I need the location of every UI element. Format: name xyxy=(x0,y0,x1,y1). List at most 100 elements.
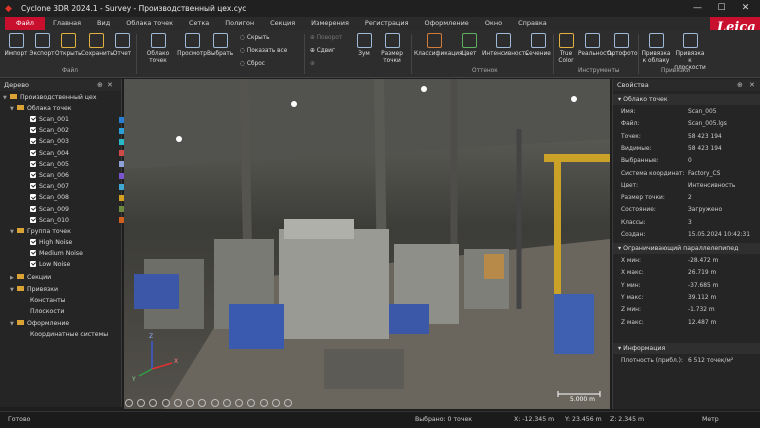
menu-window[interactable]: Окно xyxy=(477,17,510,30)
menu-home[interactable]: Главная xyxy=(45,17,89,30)
intensity-button[interactable]: Интенсивность xyxy=(482,33,529,58)
zoom-icon[interactable] xyxy=(149,399,158,407)
property-value[interactable]: 2 xyxy=(688,193,692,204)
menu-section[interactable]: Секция xyxy=(262,17,303,30)
tree-item-medium-noise[interactable]: Medium Noise xyxy=(30,248,83,259)
property-value[interactable]: 26.719 m xyxy=(688,268,716,279)
checkbox-icon[interactable] xyxy=(30,127,36,134)
checkbox-icon[interactable] xyxy=(30,216,36,223)
menu-view[interactable]: Вид xyxy=(89,17,118,30)
tree-bindings-node[interactable]: ▼ Привязки xyxy=(10,284,58,295)
bind-to-plane-button[interactable]: Привязка к плоскости xyxy=(673,33,707,72)
clip-icon[interactable] xyxy=(235,399,244,407)
menu-measure[interactable]: Измерения xyxy=(303,17,357,30)
maximize-button[interactable]: ☐ xyxy=(709,0,734,17)
menu-point-clouds[interactable]: Облака точек xyxy=(118,17,181,30)
property-value[interactable]: Scan_005.lgs xyxy=(688,119,727,130)
save-button[interactable]: Сохранить xyxy=(81,33,114,58)
pin-icon[interactable]: ⊕ xyxy=(97,79,103,91)
reality-button[interactable]: Реальность xyxy=(578,33,613,58)
property-value[interactable]: Scan_005 xyxy=(688,107,717,118)
checkbox-icon[interactable] xyxy=(30,138,36,145)
color-button[interactable]: Цвет xyxy=(458,33,480,58)
menu-mesh[interactable]: Сетка xyxy=(181,17,217,30)
light-icon[interactable] xyxy=(247,399,256,407)
property-value[interactable]: 58 423 194 xyxy=(688,132,722,143)
property-value[interactable]: 0 xyxy=(688,156,692,167)
top-view-icon[interactable] xyxy=(173,399,182,407)
hide-button[interactable]: ◌ Скрыть xyxy=(240,35,270,41)
front-view-icon[interactable] xyxy=(186,399,195,407)
tree-item-scan[interactable]: Scan_006 xyxy=(30,170,125,181)
camera-icon[interactable] xyxy=(259,399,268,407)
point-size-button[interactable]: Размер точки xyxy=(378,33,406,65)
property-value[interactable]: Интенсивность xyxy=(688,181,735,192)
transform-extra-button[interactable]: ⊕ xyxy=(310,61,315,67)
bind-to-cloud-button[interactable]: Привязка к облаку xyxy=(640,33,672,65)
menu-design[interactable]: Оформление xyxy=(417,17,477,30)
section-point-cloud[interactable]: ▾ Облако точек xyxy=(613,94,760,105)
close-panel-icon[interactable]: ✕ xyxy=(107,79,113,91)
tree-clouds-node[interactable]: ▼ Облака точек xyxy=(10,103,72,114)
checkbox-icon[interactable] xyxy=(30,116,36,122)
close-panel-icon[interactable]: ✕ xyxy=(749,79,755,91)
menu-polygon[interactable]: Полигон xyxy=(217,17,262,30)
preview-button[interactable]: Просмотр xyxy=(177,33,207,58)
property-value[interactable]: 39.112 m xyxy=(688,293,716,304)
measure-icon[interactable] xyxy=(222,399,231,407)
property-value[interactable]: 58 423 194 xyxy=(688,144,722,155)
pin-icon[interactable]: ⊕ xyxy=(737,79,743,91)
tree-item-scan[interactable]: Scan_008 xyxy=(30,192,125,203)
orthophoto-button[interactable]: Ортофото xyxy=(607,33,638,58)
select-button[interactable]: Выбрать xyxy=(207,33,233,58)
menu-registration[interactable]: Регистрация xyxy=(357,17,417,30)
property-value[interactable]: -28.472 m xyxy=(688,256,718,267)
tree-item-scan[interactable]: Scan_001 xyxy=(30,114,125,125)
3d-viewport[interactable]: Z X Y 5.000 m xyxy=(124,79,610,409)
open-button[interactable]: Открыть xyxy=(55,33,82,58)
iso-view-icon[interactable] xyxy=(210,399,219,407)
section-info[interactable]: ▾ Информация xyxy=(613,343,760,354)
orbit-icon[interactable] xyxy=(125,399,133,407)
export-button[interactable]: Экспорт xyxy=(29,33,55,58)
tree-item-high-noise[interactable]: High Noise xyxy=(30,237,72,248)
property-value[interactable]: Загружено xyxy=(688,205,722,216)
property-value[interactable]: 12.487 m xyxy=(688,318,716,329)
checkbox-icon[interactable] xyxy=(30,183,36,190)
tree-item-coord-systems[interactable]: Координатные системы xyxy=(30,329,108,340)
tree-item-scan[interactable]: Scan_009 xyxy=(30,204,125,215)
tree-design-node[interactable]: ▼ Оформление xyxy=(10,318,69,329)
menu-help[interactable]: Справка xyxy=(510,17,555,30)
menu-file[interactable]: Файл xyxy=(5,17,45,30)
tree-item-scan[interactable]: Scan_002 xyxy=(30,125,125,136)
checkbox-icon[interactable] xyxy=(30,250,36,256)
tree-item-scan[interactable]: Scan_004 xyxy=(30,148,125,159)
tree-root[interactable]: ▼ Производственный цех xyxy=(3,92,97,103)
checkbox-icon[interactable] xyxy=(30,239,36,245)
tree-item-scan[interactable]: Scan_007 xyxy=(30,181,125,192)
shift-button[interactable]: ⊕ Сдвиг xyxy=(310,48,335,54)
checkbox-icon[interactable] xyxy=(30,160,36,167)
tree-item-scan[interactable]: Scan_010 xyxy=(30,215,125,226)
point-cloud-scene[interactable]: Z X Y 5.000 m xyxy=(124,79,610,409)
import-button[interactable]: Импорт xyxy=(4,33,28,58)
property-value[interactable]: 15.05.2024 10:42:31 xyxy=(688,230,750,241)
classification-button[interactable]: Классификация xyxy=(414,33,463,58)
cross-section-button[interactable]: Сечение xyxy=(525,33,551,58)
section-bounding-box[interactable]: ▾ Ограничивающий параллелепипед xyxy=(613,243,760,254)
settings-icon[interactable] xyxy=(271,399,280,407)
property-value[interactable]: 3 xyxy=(688,218,692,229)
pan-icon[interactable] xyxy=(137,399,146,407)
reset-button[interactable]: ◌ Сброс xyxy=(240,61,265,67)
checkbox-icon[interactable] xyxy=(30,149,36,156)
status-unit[interactable]: Метр xyxy=(702,412,719,428)
close-button[interactable]: ✕ xyxy=(733,0,758,17)
tree-item-scan[interactable]: Scan_003 xyxy=(30,136,125,147)
tree-item-low-noise[interactable]: Low Noise xyxy=(30,259,70,270)
point-cloud-button[interactable]: Облако точек xyxy=(140,33,176,65)
tree-group-node[interactable]: ▼ Группа точек xyxy=(10,226,71,237)
fit-view-icon[interactable] xyxy=(161,399,170,407)
property-value[interactable]: -37.685 m xyxy=(688,281,718,292)
checkbox-icon[interactable] xyxy=(30,194,36,201)
property-value[interactable]: -1.732 m xyxy=(688,305,715,316)
